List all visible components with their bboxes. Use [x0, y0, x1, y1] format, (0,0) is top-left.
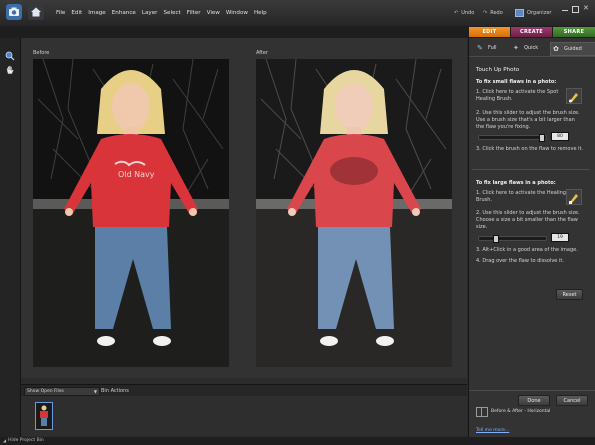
menu-select[interactable]: Select — [163, 10, 180, 16]
tab-quick[interactable]: ✦ Quick — [513, 42, 549, 54]
cancel-button[interactable]: Cancel — [556, 395, 588, 406]
close-window-button[interactable]: ✕ — [583, 4, 589, 12]
tab-create-label: CREATE — [519, 29, 544, 35]
organizer-icon — [515, 9, 524, 17]
hide-project-bin-button[interactable]: ◢ Hide Project Bin — [3, 438, 44, 443]
hand-tool-icon[interactable] — [5, 60, 15, 74]
project-bin — [21, 396, 467, 436]
redo-label: Redo — [490, 10, 503, 16]
undo-label: Undo — [461, 10, 475, 16]
undo-button[interactable]: ↶ Undo — [454, 0, 474, 26]
show-files-value: Show Open Files — [27, 389, 64, 394]
show-files-select[interactable]: Show Open Files ▼ — [24, 387, 100, 396]
done-button[interactable]: Done — [518, 395, 550, 406]
svg-text:Old Navy: Old Navy — [118, 170, 155, 179]
bin-actions-menu[interactable]: Bin Actions — [101, 388, 129, 394]
quick-fix-icon: ✦ — [513, 44, 519, 52]
before-photo-image: Old Navy — [33, 59, 229, 367]
healing-brush-icon[interactable] — [566, 189, 582, 205]
small-brush-size-thumb[interactable] — [539, 134, 545, 142]
main-menu: File Edit Image Enhance Layer Select Fil… — [56, 0, 267, 26]
before-photo[interactable]: Old Navy — [33, 59, 229, 367]
large-brush-size-thumb[interactable] — [493, 235, 499, 243]
menu-image[interactable]: Image — [88, 10, 106, 16]
small-brush-size-value[interactable]: 80 — [551, 132, 569, 141]
after-photo-image — [256, 59, 452, 367]
cancel-label: Cancel — [563, 397, 581, 404]
menu-enhance[interactable]: Enhance — [112, 10, 136, 16]
tab-edit-label: EDIT — [482, 29, 497, 35]
panel-title: Touch Up Photo — [476, 67, 520, 73]
menu-filter[interactable]: Filter — [187, 10, 201, 16]
tab-share[interactable]: SHARE — [553, 27, 595, 37]
large-step2: 2. Use this slider to adjust the brush s… — [476, 210, 580, 230]
view-mode-select[interactable]: Before & After - Horizontal — [491, 409, 550, 414]
large-brush-size-slider[interactable] — [478, 235, 547, 243]
menu-help[interactable]: Help — [254, 10, 267, 16]
organizer-label: Organizer — [527, 10, 552, 16]
footer-divider — [469, 390, 595, 391]
tab-full-label: Full — [488, 45, 497, 51]
undo-icon: ↶ — [454, 10, 459, 16]
chevron-down-icon: ▼ — [93, 389, 97, 394]
large-step3: 3. Alt+Click in a good area of the image… — [476, 247, 578, 253]
menu-layer[interactable]: Layer — [142, 10, 158, 16]
triangle-icon: ◢ — [3, 438, 7, 443]
after-label: After — [256, 50, 269, 56]
zoom-tool-icon[interactable] — [5, 46, 15, 61]
tab-quick-label: Quick — [524, 45, 539, 51]
menu-file[interactable]: File — [56, 10, 65, 16]
tool-strip — [0, 38, 21, 437]
tell-me-more-link[interactable]: Tell me more... — [476, 428, 509, 433]
tab-edit[interactable]: EDIT — [469, 27, 510, 37]
after-photo[interactable] — [256, 59, 452, 367]
tab-share-label: SHARE — [563, 29, 585, 35]
panel-tab-divider — [469, 56, 595, 57]
status-bar: ◢ Hide Project Bin — [0, 437, 595, 445]
reset-label: Reset — [562, 291, 577, 298]
menu-window[interactable]: Window — [226, 10, 248, 16]
large-brush-size-value[interactable]: 19 — [551, 233, 569, 242]
large-flaws-heading: To fix large flaws in a photo: — [476, 180, 556, 186]
hide-project-bin-label: Hide Project Bin — [8, 438, 44, 443]
section-divider — [472, 169, 590, 170]
small-step3: 3. Click the brush on the flaw to remove… — [476, 146, 584, 152]
full-edit-icon: ✎ — [477, 44, 483, 52]
redo-button[interactable]: ↷ Redo — [483, 0, 503, 26]
redo-icon: ↷ — [483, 10, 488, 16]
spot-healing-brush-icon[interactable] — [566, 88, 582, 104]
maximize-button[interactable] — [572, 6, 579, 13]
small-step1: 1. Click here to activate the Spot Heali… — [476, 89, 559, 102]
organizer-button[interactable]: Organizer — [515, 0, 551, 26]
small-flaws-heading: To fix small flaws in a photo: — [476, 79, 557, 85]
tab-guided[interactable]: ✿ Guided — [550, 42, 595, 56]
home-icon[interactable] — [28, 4, 44, 20]
reset-button[interactable]: Reset — [556, 289, 583, 300]
menu-edit[interactable]: Edit — [71, 10, 82, 16]
guided-icon: ✿ — [553, 45, 559, 53]
minimize-button[interactable] — [562, 10, 568, 11]
canvas-area: Before After Old Navy — [21, 38, 467, 378]
large-step1: 1. Click here to activate the Healing Br… — [476, 190, 566, 203]
camera-icon[interactable] — [6, 4, 22, 20]
tab-guided-label: Guided — [564, 46, 582, 52]
bin-thumbnail[interactable] — [35, 402, 53, 430]
small-brush-size-slider[interactable] — [478, 134, 547, 142]
large-step4: 4. Drag over the flaw to dissolve it. — [476, 258, 564, 264]
done-label: Done — [527, 397, 541, 404]
menu-view[interactable]: View — [207, 10, 220, 16]
tab-create[interactable]: CREATE — [511, 27, 552, 37]
small-step2: 2. Use this slider to adjust the brush s… — [476, 110, 580, 130]
before-label: Before — [33, 50, 50, 56]
menu-bar: File Edit Image Enhance Layer Select Fil… — [0, 0, 595, 27]
view-mode-icon[interactable] — [476, 407, 488, 417]
tab-full[interactable]: ✎ Full — [477, 42, 513, 54]
